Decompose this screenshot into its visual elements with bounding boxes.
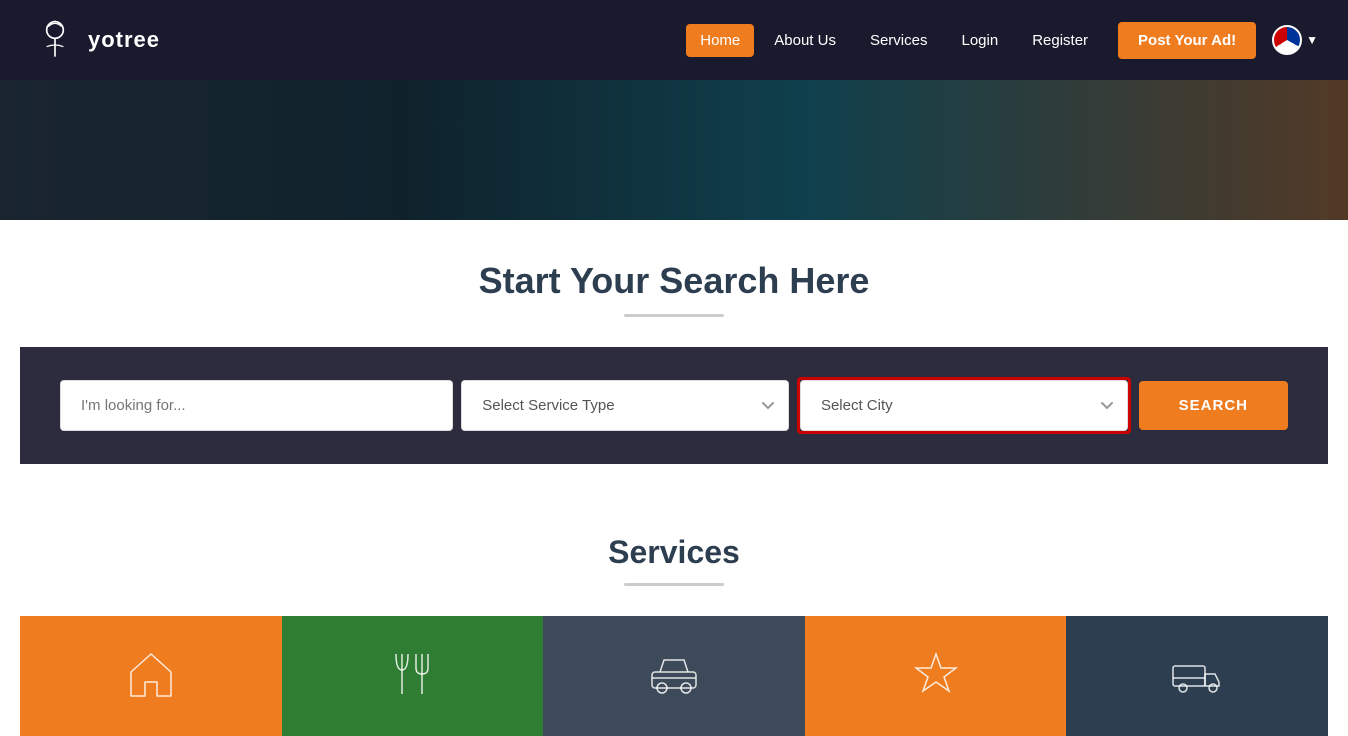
service-card-truck[interactable] bbox=[1066, 616, 1328, 736]
search-title: Start Your Search Here bbox=[20, 260, 1328, 302]
hero-banner bbox=[0, 80, 1348, 220]
service-type-wrapper: Select Service Type bbox=[461, 380, 789, 431]
search-section: Start Your Search Here Select Service Ty… bbox=[0, 220, 1348, 494]
home-icon bbox=[121, 644, 181, 709]
nav-services[interactable]: Services bbox=[856, 24, 942, 57]
nav-about[interactable]: About Us bbox=[760, 24, 850, 57]
star-icon bbox=[906, 644, 966, 709]
city-select[interactable]: Select City bbox=[800, 380, 1128, 431]
service-type-select[interactable]: Select Service Type bbox=[461, 380, 789, 431]
truck-icon bbox=[1167, 644, 1227, 709]
services-title: Services bbox=[20, 534, 1328, 571]
nav-links: Home About Us Services Login Register Po… bbox=[686, 22, 1318, 59]
service-card-car[interactable] bbox=[543, 616, 805, 736]
service-card-star[interactable] bbox=[805, 616, 1067, 736]
service-card-home[interactable] bbox=[20, 616, 282, 736]
car-icon bbox=[644, 644, 704, 709]
search-input-wrapper bbox=[60, 380, 453, 431]
nav-home[interactable]: Home bbox=[686, 24, 754, 57]
services-section: Services bbox=[0, 494, 1348, 736]
service-cards-container bbox=[20, 616, 1328, 736]
service-card-food[interactable] bbox=[282, 616, 544, 736]
hero-content bbox=[0, 80, 1348, 220]
language-selector[interactable]: ▼ bbox=[1272, 25, 1318, 55]
logo-text: yotree bbox=[88, 27, 160, 53]
nav-register[interactable]: Register bbox=[1018, 24, 1102, 57]
title-divider bbox=[624, 314, 724, 317]
restaurant-icon bbox=[382, 644, 442, 709]
services-divider bbox=[624, 583, 724, 586]
chevron-down-icon: ▼ bbox=[1306, 33, 1318, 47]
city-select-wrapper: Select City bbox=[797, 377, 1131, 434]
search-button[interactable]: SEARCH bbox=[1139, 381, 1288, 430]
search-input[interactable] bbox=[60, 380, 453, 431]
search-bar: Select Service Type Select City SEARCH bbox=[20, 347, 1328, 464]
flag-icon bbox=[1272, 25, 1302, 55]
logo[interactable]: yotree bbox=[30, 15, 160, 65]
nav-login[interactable]: Login bbox=[947, 24, 1012, 57]
navbar: yotree Home About Us Services Login Regi… bbox=[0, 0, 1348, 80]
post-ad-button[interactable]: Post Your Ad! bbox=[1118, 22, 1256, 59]
